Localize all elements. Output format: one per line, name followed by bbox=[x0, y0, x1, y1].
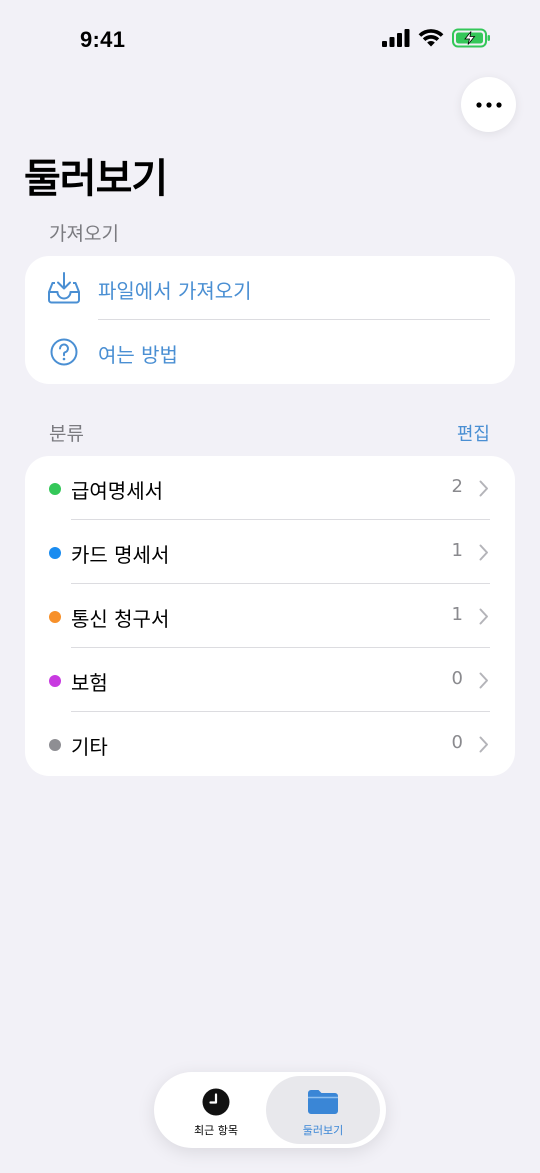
tab-recent[interactable]: 최근 항목 bbox=[160, 1076, 272, 1144]
category-count: 1 bbox=[451, 604, 463, 625]
category-label: 통신 청구서 bbox=[71, 607, 170, 631]
categories-section-header: 분류 bbox=[49, 423, 84, 445]
tab-browse-label: 둘러보기 bbox=[302, 1124, 344, 1137]
status-time: 9:41 bbox=[80, 27, 126, 52]
chevron-right-icon bbox=[479, 544, 488, 561]
page-title: 둘러보기 bbox=[24, 156, 168, 202]
signal-icon bbox=[382, 29, 410, 47]
category-label: 보험 bbox=[71, 671, 108, 695]
chevron-right-icon bbox=[479, 736, 488, 753]
edit-button[interactable]: 편집 bbox=[457, 420, 490, 446]
category-label: 카드 명세서 bbox=[71, 543, 170, 567]
tab-browse[interactable]: 둘러보기 bbox=[266, 1076, 380, 1144]
category-color-dot bbox=[49, 483, 61, 495]
category-count: 1 bbox=[451, 540, 463, 561]
tab-bar: 최근 항목 둘러보기 bbox=[154, 1072, 386, 1148]
clock-icon bbox=[202, 1088, 230, 1116]
category-row[interactable]: 카드 명세서 1 bbox=[25, 520, 515, 584]
chevron-right-icon bbox=[479, 480, 488, 497]
status-bar: 9:41 bbox=[0, 0, 540, 80]
category-count: 0 bbox=[451, 732, 463, 753]
category-color-dot bbox=[49, 675, 61, 687]
categories-card: 급여명세서 2 카드 명세서 1 통신 청구서 1 보험 0 기타 0 bbox=[25, 456, 515, 776]
how-to-open-label: 여는 방법 bbox=[98, 343, 178, 367]
folder-icon bbox=[308, 1090, 338, 1114]
chevron-right-icon bbox=[479, 672, 488, 689]
chevron-right-icon bbox=[479, 608, 488, 625]
category-row[interactable]: 기타 0 bbox=[25, 712, 515, 776]
category-label: 급여명세서 bbox=[71, 479, 163, 503]
category-color-dot bbox=[49, 611, 61, 623]
category-row[interactable]: 급여명세서 2 bbox=[25, 456, 515, 520]
category-color-dot bbox=[49, 739, 61, 751]
import-section-header: 가져오기 bbox=[49, 223, 119, 245]
question-circle-icon bbox=[50, 338, 78, 366]
tray-download-icon bbox=[48, 272, 80, 304]
category-count: 0 bbox=[451, 668, 463, 689]
import-from-files-row[interactable]: 파일에서 가져오기 bbox=[25, 256, 515, 320]
ellipsis-icon bbox=[475, 101, 502, 108]
import-card: 파일에서 가져오기 여는 방법 bbox=[25, 256, 515, 384]
battery-charging-icon bbox=[452, 28, 490, 48]
tab-recent-label: 최근 항목 bbox=[194, 1124, 238, 1137]
import-from-files-label: 파일에서 가져오기 bbox=[98, 279, 252, 303]
status-icons bbox=[382, 28, 492, 48]
category-label: 기타 bbox=[71, 735, 108, 759]
more-button[interactable] bbox=[461, 77, 516, 132]
category-count: 2 bbox=[451, 476, 463, 497]
category-color-dot bbox=[49, 547, 61, 559]
category-row[interactable]: 통신 청구서 1 bbox=[25, 584, 515, 648]
category-row[interactable]: 보험 0 bbox=[25, 648, 515, 712]
wifi-icon bbox=[418, 28, 444, 46]
how-to-open-row[interactable]: 여는 방법 bbox=[25, 320, 515, 384]
